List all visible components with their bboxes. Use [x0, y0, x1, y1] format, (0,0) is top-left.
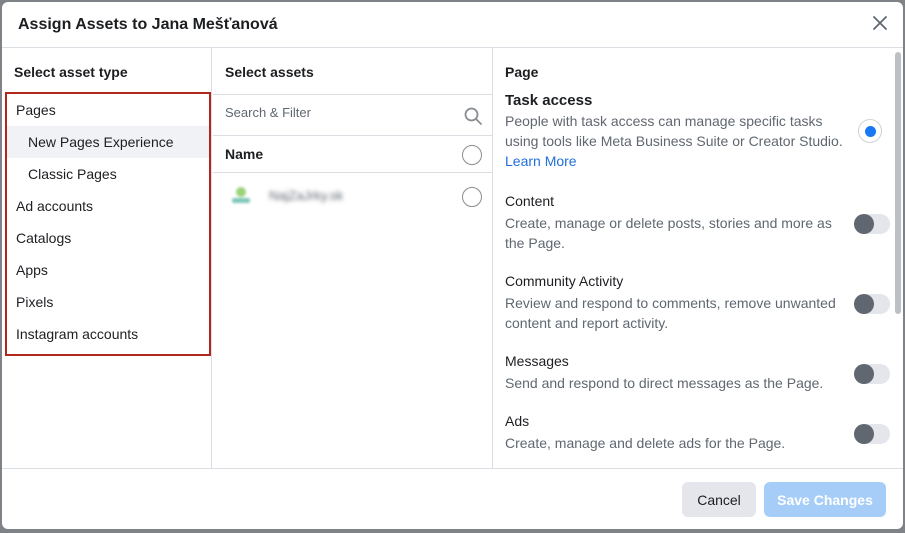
content-toggle[interactable] [854, 214, 890, 234]
permission-description: Create, manage or delete posts, stories … [505, 215, 832, 251]
dialog-title: Assign Assets to Jana Mešťanová [18, 16, 278, 33]
learn-more-link[interactable]: Learn More [505, 151, 845, 171]
assets-heading: Select assets [225, 64, 314, 80]
asset-row[interactable]: NajZaJrky.sk [213, 173, 493, 219]
radio-selected-dot [864, 125, 876, 137]
asset-type-catalogs[interactable]: Catalogs [7, 222, 209, 254]
community-activity-toggle[interactable] [854, 294, 890, 314]
messages-toggle[interactable] [854, 364, 890, 384]
search-bar [213, 94, 493, 136]
save-changes-button[interactable]: Save Changes [764, 482, 886, 517]
permissions-column: Page Task access People with task access… [493, 48, 903, 468]
task-access-title: Task access [505, 92, 593, 109]
permissions-scrollbar[interactable] [895, 52, 901, 314]
asset-select-radio[interactable] [462, 187, 482, 207]
task-access-radio[interactable] [858, 119, 882, 143]
ads-toggle[interactable] [854, 424, 890, 444]
search-input[interactable] [225, 105, 445, 120]
toggle-knob [854, 294, 874, 314]
footer-divider [2, 468, 903, 469]
asset-type-apps[interactable]: Apps [7, 254, 209, 286]
asset-type-ad-accounts[interactable]: Ad accounts [7, 190, 209, 222]
task-access-description: People with task access can manage speci… [505, 113, 843, 149]
search-icon[interactable] [463, 106, 483, 126]
close-icon [873, 16, 887, 30]
asset-type-pages[interactable]: Pages [7, 94, 209, 126]
permission-description: Create, manage and delete ads for the Pa… [505, 435, 786, 451]
permission-description: Review and respond to comments, remove u… [505, 295, 836, 331]
permission-title: Community Activity [505, 273, 624, 289]
assets-column: Select assets Name NajZaJrky.sk [213, 48, 493, 468]
asset-type-pixels[interactable]: Pixels [7, 286, 209, 318]
toggle-knob [854, 424, 874, 444]
permission-title: Content [505, 193, 555, 209]
permission-community-activity: Community Activity Review and respond to… [505, 273, 845, 333]
permission-ads: Ads Create, manage and delete ads for th… [505, 413, 845, 453]
close-button[interactable] [869, 12, 891, 34]
permissions-heading: Page [505, 64, 539, 80]
page-thumbnail-icon [232, 187, 250, 203]
permission-description: Send and respond to direct messages as t… [505, 375, 824, 391]
cancel-button[interactable]: Cancel [682, 482, 756, 517]
asset-type-column: Select asset type Pages New Pages Experi… [2, 48, 212, 468]
toggle-knob [854, 364, 874, 384]
asset-type-new-pages-experience[interactable]: New Pages Experience [7, 126, 209, 158]
permission-content: Content Create, manage or delete posts, … [505, 193, 845, 253]
permission-title: Ads [505, 413, 530, 429]
task-access-option: Task access People with task access can … [505, 92, 845, 171]
permission-messages: Messages Send and respond to direct mess… [505, 353, 845, 393]
asset-type-heading: Select asset type [14, 64, 128, 80]
asset-type-list: Pages New Pages Experience Classic Pages… [5, 92, 211, 356]
select-all-radio[interactable] [462, 145, 482, 165]
assets-table-header: Name [213, 136, 493, 173]
permission-title: Messages [505, 353, 569, 369]
asset-name: NajZaJrky.sk [269, 188, 344, 203]
assign-assets-dialog: Assign Assets to Jana Mešťanová Select a… [2, 2, 903, 529]
name-column-header: Name [225, 146, 264, 162]
asset-type-instagram-accounts[interactable]: Instagram accounts [7, 318, 209, 350]
asset-type-classic-pages[interactable]: Classic Pages [7, 158, 209, 190]
toggle-knob [854, 214, 874, 234]
